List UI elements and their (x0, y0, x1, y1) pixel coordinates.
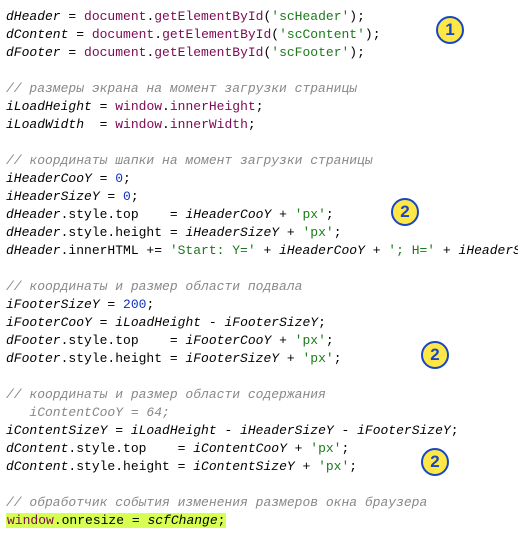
comment: // обработчик события изменения размеров… (6, 495, 427, 510)
comment: // координаты и размер области подвала (6, 279, 302, 294)
annotation-badge-4: 2 (421, 448, 449, 476)
annotation-badge-2: 2 (391, 198, 419, 226)
annotation-badge-3: 2 (421, 341, 449, 369)
comment: iContentCooY = 64; (6, 405, 170, 420)
code-snippet: dHeader = document.getElementById('scHea… (6, 8, 512, 530)
highlighted-line: window.onresize = scfChange; (6, 513, 226, 528)
comment: // координаты шапки на момент загрузки с… (6, 153, 373, 168)
comment: // координаты и размер области содержани… (6, 387, 326, 402)
comment: // размеры экрана на момент загрузки стр… (6, 81, 357, 96)
var: dHeader (6, 9, 61, 24)
annotation-badge-1: 1 (436, 16, 464, 44)
